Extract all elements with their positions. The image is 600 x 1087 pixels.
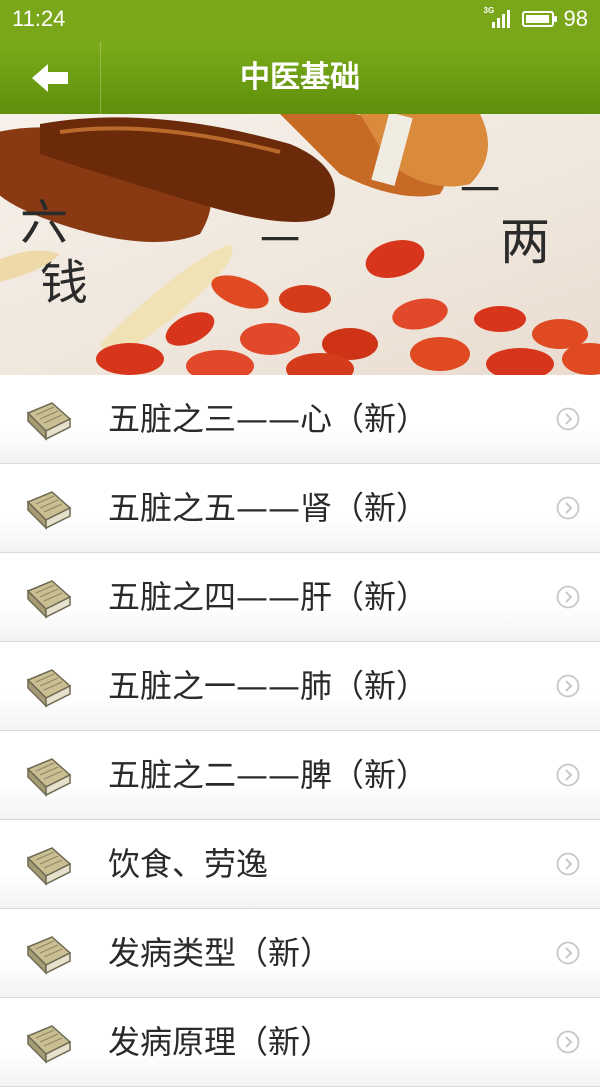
app-header: 中医基础 (0, 42, 600, 115)
calligraphy-text: 一 (260, 218, 300, 264)
chevron-right-circle-icon (556, 763, 580, 787)
banner-image: 六 钱 一 两 一 (0, 114, 600, 375)
chevron-right-circle-icon (556, 1030, 580, 1054)
list-item[interactable]: 饮食、劳逸 (0, 820, 600, 909)
status-time: 11:24 (12, 6, 66, 31)
chevron-right-circle-icon (556, 941, 580, 965)
list-item[interactable]: 发病类型（新） (0, 909, 600, 998)
book-icon (26, 1025, 72, 1064)
list-item[interactable]: 五脏之四——肝（新） (0, 553, 600, 642)
topic-list: 五脏之三——心（新） 五脏之五——肾（新） 五脏之四——肝（新） 五脏之一——肺… (0, 375, 600, 1087)
list-item[interactable]: 五脏之五——肾（新） (0, 464, 600, 553)
book-icon (26, 491, 72, 530)
chevron-right-circle-icon (556, 496, 580, 520)
list-item-label: 发病原理（新） (108, 1023, 333, 1061)
battery-percent: 98 (563, 6, 588, 31)
list-item-label: 饮食、劳逸 (108, 845, 269, 883)
list-item-label: 五脏之一——肺（新） (108, 667, 429, 705)
calligraphy-text: 六 (20, 195, 68, 251)
book-icon (26, 580, 72, 619)
network-type: 3G (483, 6, 495, 15)
battery-icon (521, 11, 557, 27)
list-item-label: 五脏之四——肝（新） (108, 578, 429, 616)
list-item-label: 五脏之三——心（新） (108, 400, 429, 438)
herbs-illustration: 六 钱 一 两 一 (0, 114, 600, 375)
book-icon (26, 847, 72, 886)
status-indicators: 3G 98 (484, 6, 588, 32)
list-item[interactable]: 五脏之一——肺（新） (0, 642, 600, 731)
list-item-label: 五脏之五——肾（新） (108, 489, 429, 527)
signal-icon: 3G (483, 6, 512, 30)
book-icon (26, 936, 72, 975)
book-icon (26, 669, 72, 708)
back-button[interactable] (0, 42, 101, 114)
arrow-left-icon (32, 64, 68, 92)
list-item-label: 发病类型（新） (108, 934, 333, 972)
calligraphy-text: 一 (460, 168, 500, 214)
list-item[interactable]: 五脏之三——心（新） (0, 375, 600, 464)
chevron-right-circle-icon (556, 407, 580, 431)
calligraphy-text: 两 (500, 213, 550, 271)
book-icon (26, 758, 72, 797)
status-bar: 11:24 3G 98 (0, 0, 600, 42)
chevron-right-circle-icon (556, 585, 580, 609)
list-item[interactable]: 发病原理（新） (0, 998, 600, 1087)
chevron-right-circle-icon (556, 852, 580, 876)
book-icon (26, 402, 72, 441)
list-item-label: 五脏之二——脾（新） (108, 756, 429, 794)
chevron-right-circle-icon (556, 674, 580, 698)
list-item[interactable]: 五脏之二——脾（新） (0, 731, 600, 820)
